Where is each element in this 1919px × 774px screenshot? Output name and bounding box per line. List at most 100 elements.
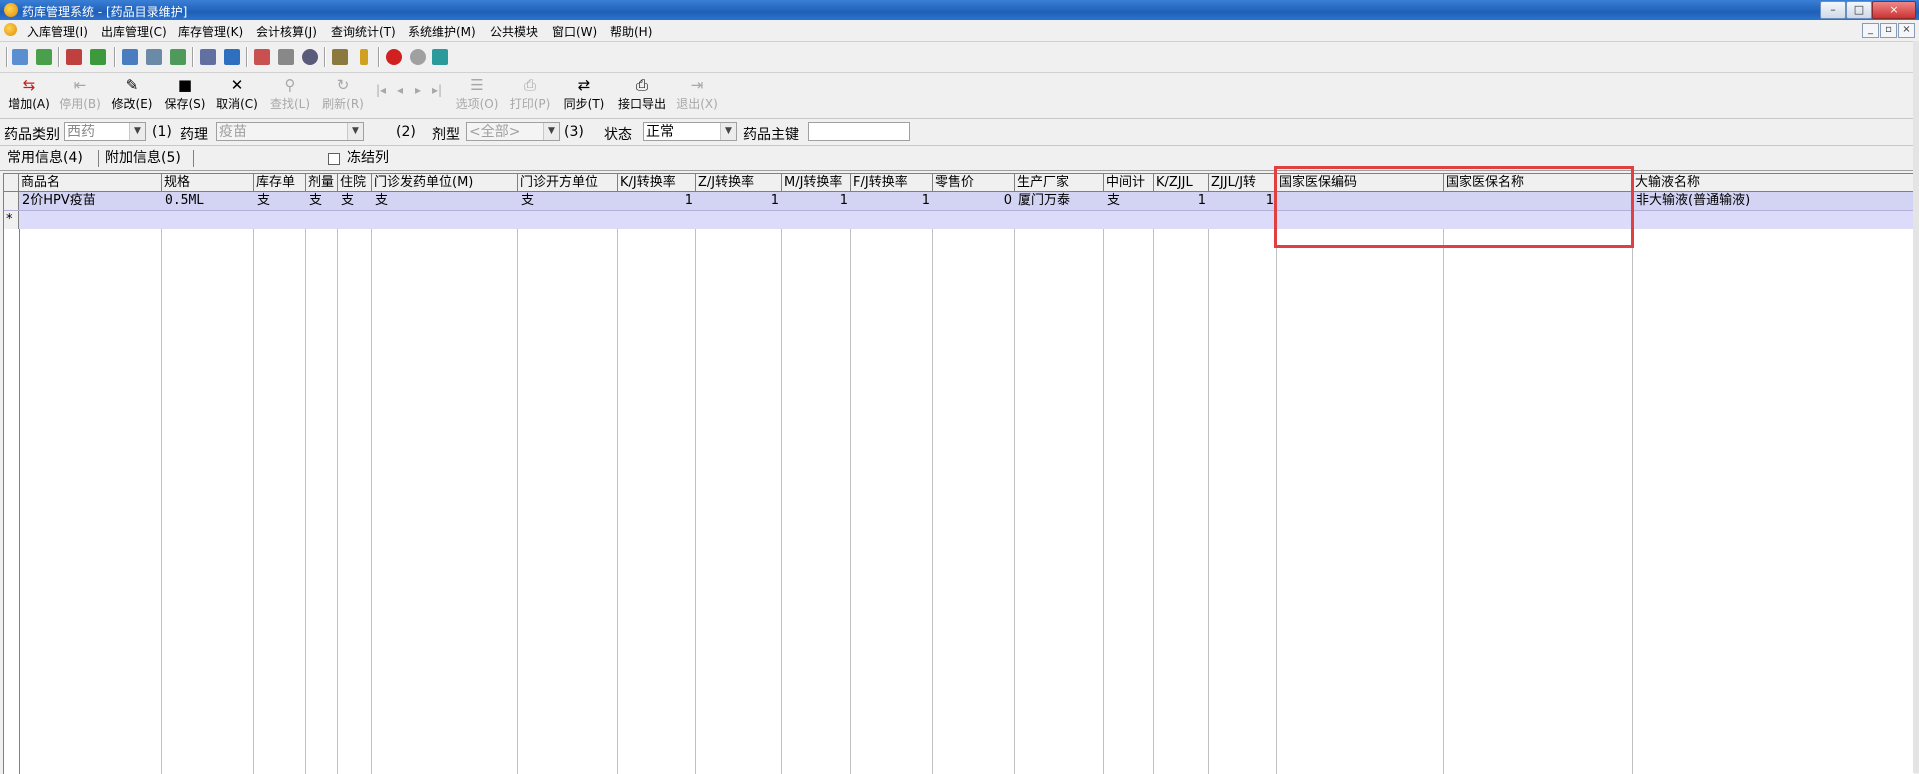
close-button[interactable]: ×	[1872, 1, 1916, 19]
col-header[interactable]: 剂量	[306, 174, 338, 192]
menu-window[interactable]: 窗口(W)	[552, 23, 597, 40]
minimize-button[interactable]: –	[1820, 1, 1846, 19]
print-button[interactable]: ⎙ 打印(P)	[506, 76, 554, 114]
col-header[interactable]: 生产厂家	[1015, 174, 1104, 192]
thermometer-icon[interactable]	[360, 49, 368, 65]
cell-manufacturer[interactable]: 厦门万泰	[1015, 192, 1104, 210]
cell-dose[interactable]: 支	[306, 192, 338, 210]
menu-common[interactable]: 公共模块	[490, 23, 538, 40]
col-header[interactable]: 商品名	[19, 174, 162, 192]
drug-key-input[interactable]	[808, 122, 910, 141]
print-action-icon: ⎙	[523, 76, 536, 94]
chevron-down-icon: ▼	[129, 123, 145, 140]
cell-inpatient[interactable]: 支	[338, 192, 372, 210]
pharmacology-select[interactable]: 疫苗 ▼	[216, 122, 364, 141]
cell-mj-rate[interactable]: 1	[782, 192, 851, 210]
next-record-button[interactable]: ▸	[410, 83, 426, 121]
calculator-icon[interactable]	[432, 49, 448, 65]
print2-icon[interactable]	[332, 49, 348, 65]
menu-accounting[interactable]: 会计核算(J)	[256, 23, 317, 40]
cell-name[interactable]: 2价HPV疫苗	[19, 192, 162, 210]
col-header[interactable]: 大输液名称	[1633, 174, 1914, 192]
stop-icon[interactable]	[386, 49, 402, 65]
clipboard-icon[interactable]	[122, 49, 138, 65]
cell-infusion-name[interactable]: 非大输液(普通输液)	[1633, 192, 1914, 210]
row-header[interactable]	[4, 192, 19, 210]
col-header[interactable]: K/ZJJL	[1154, 174, 1209, 192]
cell-zjjl-j[interactable]: 1	[1209, 192, 1277, 210]
mdi-app-icon[interactable]	[4, 23, 17, 36]
col-header[interactable]: K/J转换率	[618, 174, 696, 192]
disable-button[interactable]: ⇤ 停用(B)	[56, 76, 104, 114]
cell-fj-rate[interactable]: 1	[851, 192, 933, 210]
search-doc-icon[interactable]	[278, 49, 294, 65]
print-icon[interactable]	[224, 49, 240, 65]
freeze-columns-checkbox[interactable]	[328, 153, 340, 165]
dosage-select[interactable]: <全部> ▼	[466, 122, 560, 141]
report-icon[interactable]	[146, 49, 162, 65]
menu-inventory[interactable]: 库存管理(K)	[178, 23, 243, 40]
cell-zj-rate[interactable]: 1	[696, 192, 782, 210]
mdi-close-button[interactable]: ×	[1898, 23, 1915, 38]
tab-common-info[interactable]: 常用信息(4)	[7, 149, 83, 168]
app-icon	[4, 3, 18, 17]
login-icon[interactable]	[12, 49, 28, 65]
col-header[interactable]: 住院	[338, 174, 372, 192]
last-record-button[interactable]: ▸|	[428, 83, 446, 121]
maximize-button[interactable]: □	[1846, 1, 1872, 19]
col-header[interactable]: 门诊开方单位	[518, 174, 618, 192]
find-button[interactable]: ⚲ 查找(L)	[266, 76, 314, 114]
tab-extra-info[interactable]: 附加信息(5)	[105, 149, 181, 168]
interface-export-button[interactable]: ⎙ 接口导出	[615, 76, 669, 114]
cloud-icon[interactable]	[410, 49, 426, 65]
col-header[interactable]: Z/J转换率	[696, 174, 782, 192]
cell-retail-price[interactable]: 0	[933, 192, 1015, 210]
save-button[interactable]: ■ 保存(S)	[161, 76, 209, 114]
exit-button[interactable]: ⇥ 退出(X)	[673, 76, 721, 114]
status-select[interactable]: 正常 ▼	[643, 122, 737, 141]
cell-spec[interactable]: 0.5ML	[162, 192, 254, 210]
col-header[interactable]: 中间计	[1104, 174, 1154, 192]
menu-inbound[interactable]: 入库管理(I)	[27, 23, 88, 40]
cell-stock-unit[interactable]: 支	[254, 192, 306, 210]
vertical-scrollbar[interactable]	[1913, 41, 1919, 773]
drug-key-label: 药品主键	[743, 127, 799, 143]
menu-query[interactable]: 查询统计(T)	[331, 23, 396, 40]
menu-system[interactable]: 系统维护(M)	[408, 23, 476, 40]
cell-kj-rate[interactable]: 1	[618, 192, 696, 210]
cell-outpatient-prescribe-unit[interactable]: 支	[518, 192, 618, 210]
mdi-restore-button[interactable]: ▫	[1880, 23, 1897, 38]
icon-toolbar	[0, 41, 1919, 73]
sync-button[interactable]: ⇄ 同步(T)	[560, 76, 608, 114]
mdi-minimize-button[interactable]: _	[1862, 23, 1879, 38]
list-icon[interactable]	[170, 49, 186, 65]
add-button[interactable]: ⇆ 增加(A)	[4, 76, 54, 114]
menu-help[interactable]: 帮助(H)	[610, 23, 652, 40]
cell-k-zjjl[interactable]: 1	[1154, 192, 1209, 210]
col-header[interactable]: M/J转换率	[782, 174, 851, 192]
form-icon[interactable]	[200, 49, 216, 65]
menu-outbound[interactable]: 出库管理(C)	[101, 23, 167, 40]
col-header[interactable]: F/J转换率	[851, 174, 933, 192]
col-header[interactable]: 规格	[162, 174, 254, 192]
prev-record-button[interactable]: ◂	[392, 83, 408, 121]
modify-button[interactable]: ✎ 修改(E)	[108, 76, 156, 114]
pharmacology-label: 药理	[180, 127, 208, 143]
edit-doc-icon[interactable]	[66, 49, 82, 65]
category-select[interactable]: 西药 ▼	[64, 122, 146, 141]
col-header[interactable]: 库存单	[254, 174, 306, 192]
options-button[interactable]: ☰ 选项(O)	[453, 76, 501, 114]
refresh-button[interactable]: ↻ 刷新(R)	[319, 76, 367, 114]
magnifier-icon[interactable]	[302, 49, 318, 65]
email-icon[interactable]	[90, 49, 106, 65]
cell-outpatient-dispense-unit[interactable]: 支	[372, 192, 518, 210]
row-header-corner	[4, 174, 19, 192]
col-header[interactable]: ZJJL/J转	[1209, 174, 1277, 192]
doc-check-icon[interactable]	[254, 49, 270, 65]
col-header[interactable]: 零售价	[933, 174, 1015, 192]
first-record-button[interactable]: |◂	[372, 83, 390, 121]
cell-intermediate-unit[interactable]: 支	[1104, 192, 1154, 210]
cancel-button[interactable]: ✕ 取消(C)	[213, 76, 261, 114]
refresh-icon[interactable]	[36, 49, 52, 65]
col-header[interactable]: 门诊发药单位(M)	[372, 174, 518, 192]
